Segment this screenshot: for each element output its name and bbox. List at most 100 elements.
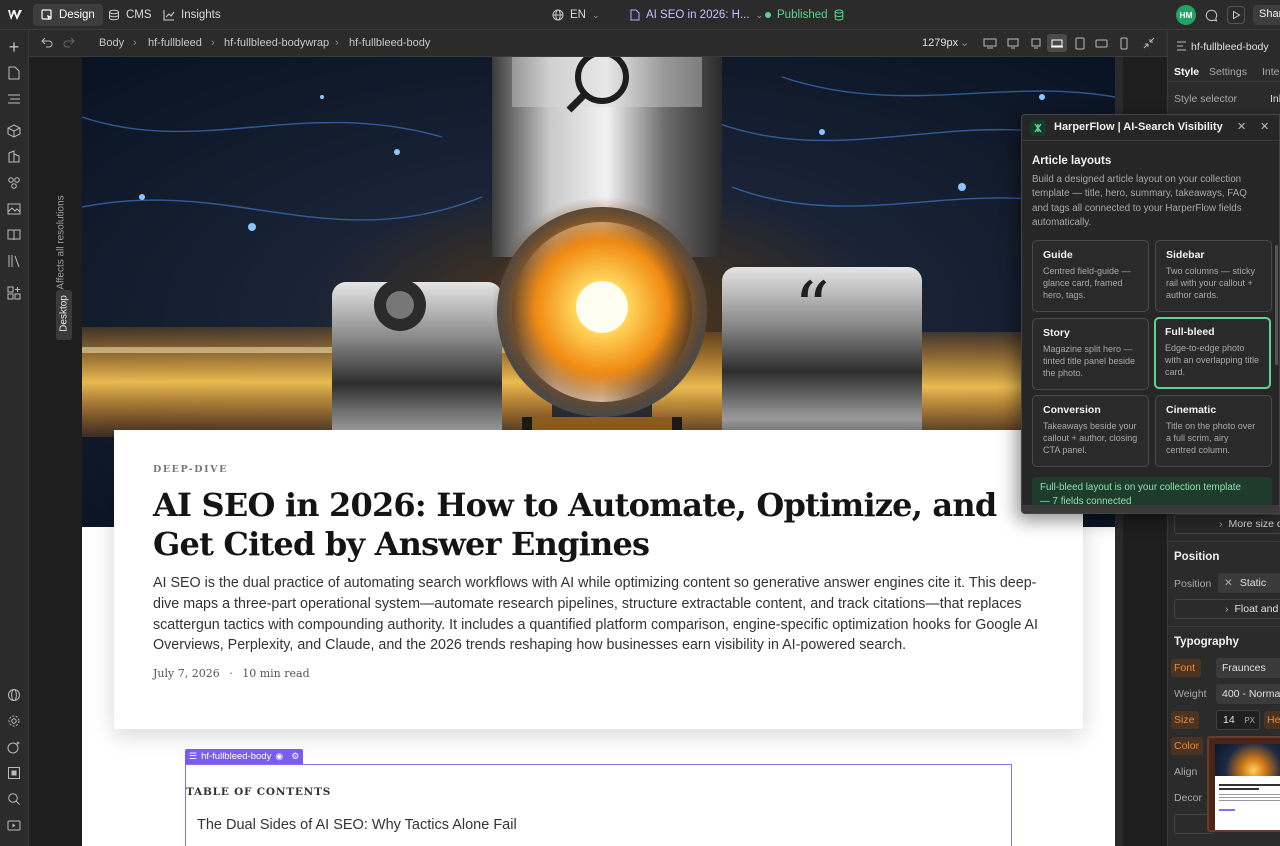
share-button[interactable]: Shar	[1253, 5, 1280, 25]
article-layouts-heading: Article layouts	[1032, 155, 1112, 167]
font-label: Font	[1174, 662, 1196, 674]
chevron-down-icon[interactable]: ⌄	[960, 36, 969, 49]
desktop-md-icon[interactable]	[1029, 38, 1043, 49]
article-read-time: 10 min read	[242, 667, 310, 680]
layout-card-title: Conversion	[1043, 404, 1101, 416]
pages-icon[interactable]	[5, 64, 23, 82]
library-icon[interactable]	[5, 252, 23, 270]
cms-tab[interactable]: CMS	[100, 4, 160, 26]
breadcrumb-item[interactable]: hf-fullbleed-bodywrap	[224, 37, 329, 49]
affects-note-text: Affects all resolutions	[55, 195, 67, 290]
breadcrumb-item[interactable]: Body	[99, 37, 124, 49]
page-preview[interactable]: “ DEEP-DIVE AI SEO in 2026: How to Autom…	[82, 57, 1115, 846]
preview-play-icon[interactable]	[1227, 6, 1245, 24]
size-value: 14	[1223, 714, 1235, 726]
more-size-label: More size o	[1228, 518, 1280, 530]
variables-icon[interactable]	[5, 174, 23, 192]
navigator-icon[interactable]	[5, 90, 23, 108]
layout-status-text: Full-bleed layout is on your collection …	[1040, 482, 1241, 493]
selection-badge[interactable]: ☰ hf-fullbleed-body ◉ ⚙	[185, 749, 304, 764]
position-heading: Position	[1174, 551, 1220, 563]
body-selection-outline[interactable]: TABLE OF CONTENTS The Dual Sides of AI S…	[185, 764, 1012, 846]
layout-card-desc: Two columns — sticky rail with your call…	[1166, 266, 1256, 301]
locale-selector[interactable]: EN ⌄	[544, 4, 608, 26]
help-ai-icon[interactable]	[5, 738, 23, 756]
status-dot	[765, 12, 771, 18]
svg-text:“: “	[794, 267, 830, 349]
thumbnail-text-line	[1219, 797, 1280, 798]
layout-card-story[interactable]: Story Magazine split hero — tinted title…	[1032, 318, 1149, 390]
apps-icon[interactable]	[5, 284, 23, 302]
tab-interactions[interactable]: Intera	[1262, 66, 1280, 78]
insights-tab[interactable]: Insights	[155, 4, 229, 26]
top-toolbar: Design CMS Insights EN ⌄ AI SEO in 2026:…	[0, 0, 1280, 30]
chevron-right-icon: ›	[1219, 518, 1223, 530]
layout-card-guide[interactable]: Guide Centred field-guide — glance card,…	[1032, 240, 1149, 312]
search-icon[interactable]	[5, 790, 23, 808]
components-icon[interactable]	[5, 122, 23, 140]
chart-line-icon	[163, 9, 175, 21]
section-divider	[1168, 541, 1280, 542]
mobile-portrait-icon[interactable]	[1120, 37, 1128, 50]
layout-card-cinematic[interactable]: Cinematic Title on the photo over a full…	[1155, 395, 1272, 467]
globe-settings-icon[interactable]	[5, 686, 23, 704]
layout-card-sidebar[interactable]: Sidebar Two columns — sticky rail with y…	[1155, 240, 1272, 312]
cms-tab-label: CMS	[126, 9, 152, 21]
canvas-width-label[interactable]: 1279px	[922, 37, 958, 49]
element-type-icon	[1176, 41, 1187, 51]
article-summary: AI SEO is the dual practice of automatin…	[153, 575, 1039, 654]
comments-icon[interactable]	[1204, 8, 1218, 22]
layout-card-conversion[interactable]: Conversion Takeaways beside your callout…	[1032, 395, 1149, 467]
add-element-icon[interactable]: +	[5, 37, 23, 57]
style-selector-value[interactable]: Inh	[1270, 93, 1280, 105]
more-size-options-button[interactable]: › More size o	[1174, 514, 1280, 534]
tablet-icon[interactable]	[1075, 37, 1085, 50]
float-clear-button[interactable]: › Float and c	[1174, 599, 1280, 619]
cms-book-icon[interactable]	[5, 226, 23, 244]
styles-icon[interactable]	[5, 148, 23, 166]
settings-cog-icon[interactable]: ⚙	[291, 751, 299, 762]
webflow-logo-icon[interactable]	[7, 8, 23, 22]
mobile-landscape-icon[interactable]	[1095, 39, 1108, 48]
position-select[interactable]: ✕ Static	[1218, 573, 1280, 593]
breakpoint-tab-desktop[interactable]: Desktop	[56, 290, 72, 340]
line-height-label: He	[1267, 714, 1280, 726]
title-card[interactable]: DEEP-DIVE AI SEO in 2026: How to Automat…	[114, 430, 1083, 729]
article-eyebrow: DEEP-DIVE	[153, 464, 228, 475]
font-select[interactable]: Fraunces	[1216, 658, 1280, 678]
tab-settings[interactable]: Settings	[1209, 66, 1247, 78]
insights-tab-label: Insights	[181, 9, 221, 21]
weight-select[interactable]: 400 - Normal	[1216, 684, 1280, 704]
assets-icon[interactable]	[5, 200, 23, 218]
tab-style[interactable]: Style	[1174, 66, 1199, 78]
size-input[interactable]: 14 PX	[1216, 710, 1260, 730]
collapse-x-icon[interactable]: ✕	[1237, 120, 1246, 133]
globe-icon	[552, 9, 564, 21]
breadcrumb-item[interactable]: hf-fullbleed	[148, 37, 202, 49]
chevron-right-icon: ›	[1225, 603, 1229, 615]
collapse-icon[interactable]	[1143, 37, 1155, 49]
video-tutorial-icon[interactable]	[5, 816, 23, 834]
breadcrumb-item[interactable]: hf-fullbleed-body	[349, 37, 430, 49]
popup-scrollbar[interactable]	[1275, 245, 1278, 365]
desktop-xl-icon[interactable]	[983, 38, 997, 49]
page-selector[interactable]: AI SEO in 2026: H... ⌄	[622, 4, 771, 26]
redo-icon[interactable]	[63, 37, 75, 48]
layout-card-full-bleed[interactable]: Full-bleed Edge-to-edge photo with an ov…	[1154, 317, 1271, 389]
stop-icon[interactable]	[5, 764, 23, 782]
avatar[interactable]: HM	[1176, 5, 1196, 25]
harperflow-logo-icon	[1030, 120, 1046, 136]
close-icon[interactable]: ✕	[1260, 120, 1269, 133]
design-tab[interactable]: Design	[33, 4, 103, 26]
undo-icon[interactable]	[41, 37, 53, 48]
toc-item[interactable]: The Dual Sides of AI SEO: Why Tactics Al…	[197, 817, 517, 833]
thumbnail-accent-line	[1219, 809, 1235, 811]
publish-status[interactable]: Published	[757, 4, 852, 26]
database-icon	[108, 9, 120, 21]
article-date: July 7, 2026	[153, 667, 220, 680]
layout-card-desc: Takeaways beside your callout + author, …	[1043, 421, 1138, 456]
desktop-lg-icon[interactable]	[1006, 38, 1020, 49]
desktop-base-icon[interactable]	[1047, 34, 1067, 52]
gear-icon[interactable]	[5, 712, 23, 730]
harperflow-panel[interactable]: HarperFlow | AI-Search Visibility ✕ ✕ Ar…	[1021, 114, 1280, 514]
